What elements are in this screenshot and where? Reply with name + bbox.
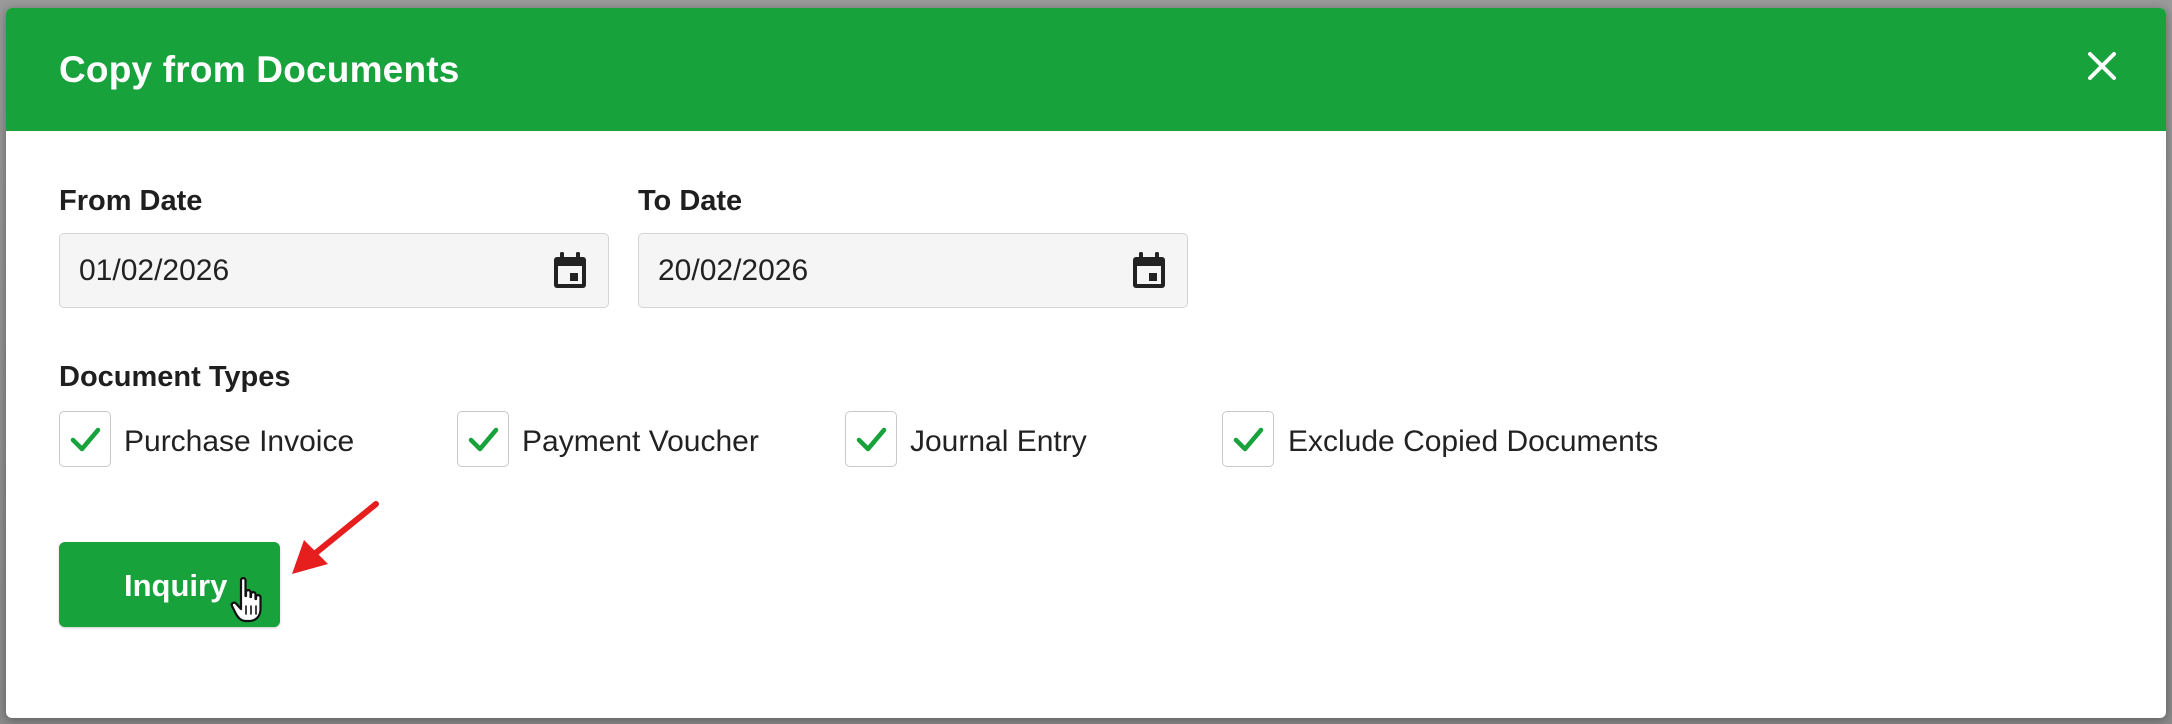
close-icon[interactable]	[2082, 46, 2122, 86]
to-date-value: 20/02/2026	[658, 254, 809, 287]
calendar-icon[interactable]	[1130, 251, 1168, 291]
journal-entry-checkbox[interactable]	[845, 411, 897, 467]
calendar-icon[interactable]	[551, 251, 589, 291]
from-date-field[interactable]: 01/02/2026	[59, 233, 609, 308]
hand-cursor-icon	[230, 576, 266, 624]
red-arrow-icon	[284, 500, 384, 580]
purchase-invoice-label[interactable]: Purchase Invoice	[124, 425, 354, 459]
payment-voucher-label[interactable]: Payment Voucher	[522, 425, 759, 459]
dialog-title: Copy from Documents	[59, 49, 460, 90]
from-date-value: 01/02/2026	[79, 254, 230, 287]
inquiry-button-label: Inquiry	[124, 568, 228, 603]
exclude-copied-documents-checkbox[interactable]	[1222, 411, 1274, 467]
checkmark-icon	[70, 427, 101, 452]
checkmark-icon	[856, 427, 887, 452]
journal-entry-label[interactable]: Journal Entry	[910, 425, 1087, 459]
copy-from-documents-dialog: Copy from Documents From Date 01/02/2026…	[6, 8, 2166, 718]
to-date-label: To Date	[638, 185, 743, 217]
payment-voucher-checkbox[interactable]	[457, 411, 509, 467]
checkmark-icon	[468, 427, 499, 452]
to-date-field[interactable]: 20/02/2026	[638, 233, 1188, 308]
purchase-invoice-checkbox[interactable]	[59, 411, 111, 467]
exclude-copied-documents-label[interactable]: Exclude Copied Documents	[1288, 425, 1658, 459]
dialog-header: Copy from Documents	[6, 8, 2166, 131]
document-types-label: Document Types	[59, 361, 291, 393]
checkmark-icon	[1233, 427, 1264, 452]
from-date-label: From Date	[59, 185, 203, 217]
